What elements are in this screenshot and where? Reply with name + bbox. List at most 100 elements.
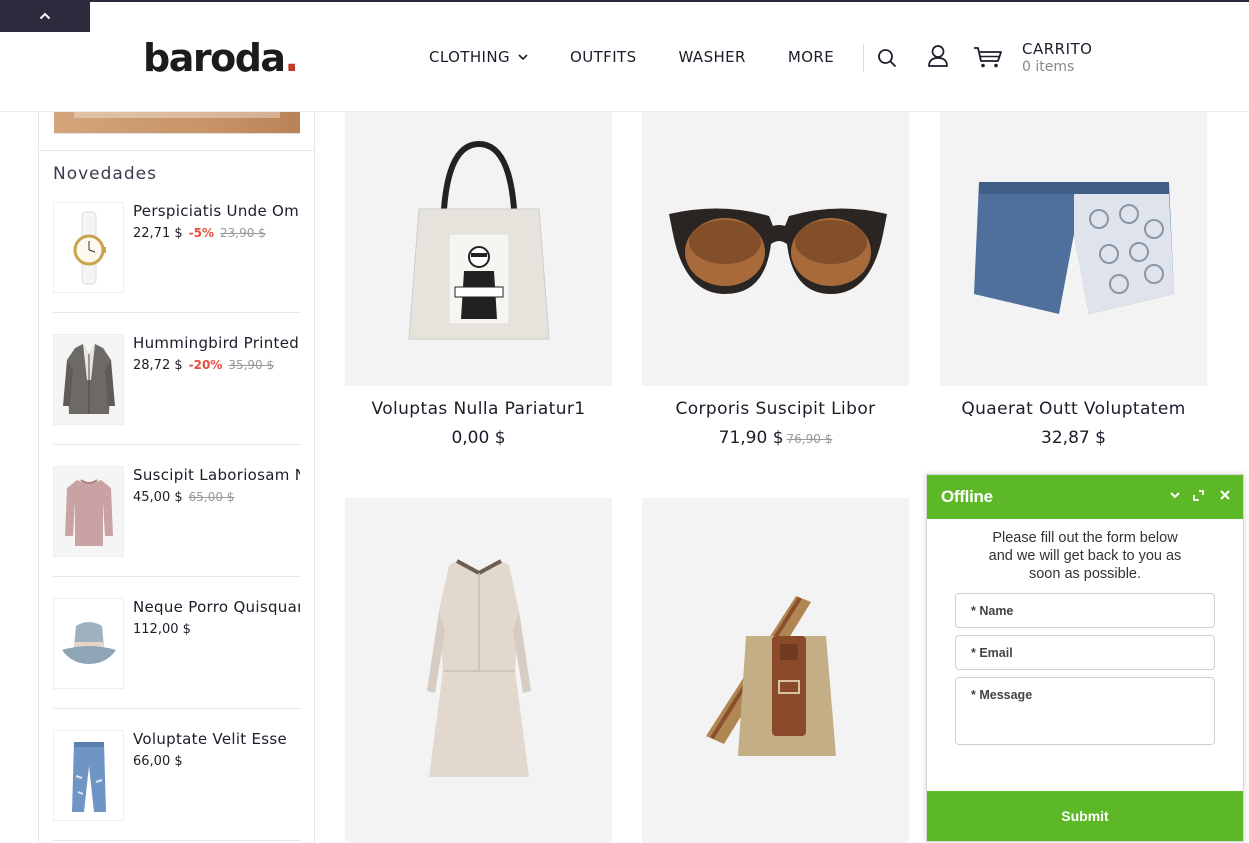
email-label: * Email: [971, 646, 1013, 660]
list-item[interactable]: Suscipit Laboriosam Nisi 45,00 $ 65,00 $: [53, 466, 300, 598]
nav-washer[interactable]: WASHER: [679, 48, 746, 66]
price-row: 112,00 $: [133, 622, 191, 637]
product-card[interactable]: [345, 498, 612, 843]
name-label: * Name: [971, 604, 1014, 618]
sidebar-banner-image[interactable]: [54, 112, 300, 134]
nav-clothing[interactable]: CLOTHING: [429, 48, 528, 66]
hat-image: [61, 621, 116, 664]
minimize-icon[interactable]: [1169, 489, 1181, 501]
user-icon[interactable]: [927, 44, 949, 68]
nav-divider: [863, 44, 864, 72]
product-image[interactable]: [642, 498, 909, 843]
chat-message-line: soon as possible.: [1028, 566, 1142, 582]
sidebar-title: Novedades: [53, 164, 157, 184]
product-name[interactable]: Perspiciatis Unde Omnis: [133, 202, 300, 220]
sidebar: Novedades Perspiciatis Unde Omnis 22,71 …: [38, 112, 315, 843]
chat-widget: Offline Please fill out the form below a…: [926, 474, 1244, 842]
chat-message-line: Please fill out the form below: [992, 530, 1178, 546]
price: 28,72 $: [133, 358, 183, 373]
product-thumbnail[interactable]: [53, 598, 124, 689]
dress-image: [426, 558, 531, 777]
chevron-up-icon: [39, 12, 51, 20]
chat-header[interactable]: Offline: [927, 475, 1243, 519]
product-price: 71,90 $76,90 $: [642, 428, 909, 448]
jeans-image: [71, 741, 106, 812]
nav-more[interactable]: MORE: [788, 48, 834, 66]
list-item[interactable]: Hummingbird Printed 28,72 $ -20% 35,90 $: [53, 334, 300, 466]
blazer-image: [62, 343, 115, 414]
product-name[interactable]: Suscipit Laboriosam Nisi: [133, 466, 300, 484]
tote-bag-image: [407, 140, 550, 340]
denim-shorts-image: [973, 182, 1174, 314]
product-name[interactable]: Corporis Suscipit Libor: [642, 399, 909, 419]
product-price: 32,87 $: [940, 428, 1207, 448]
item-divider: [53, 444, 300, 445]
site-header: baroda. CLOTHING OUTFITS WASHER MORE CAR…: [0, 2, 1249, 112]
product-thumbnail[interactable]: [53, 202, 124, 293]
name-field[interactable]: * Name: [955, 593, 1215, 628]
price-row: 66,00 $: [133, 754, 183, 769]
discount-badge: -5%: [188, 226, 214, 240]
product-card[interactable]: Corporis Suscipit Libor 71,90 $76,90 $: [642, 112, 909, 472]
sidebar-divider: [39, 150, 315, 151]
cart-label[interactable]: CARRITO: [1022, 40, 1092, 58]
site-logo[interactable]: baroda.: [143, 36, 299, 80]
price: 32,87 $: [1041, 428, 1106, 448]
chevron-down-icon: [518, 54, 528, 61]
item-divider: [53, 312, 300, 313]
price-row: 45,00 $ 65,00 $: [133, 490, 234, 505]
product-thumbnail[interactable]: [53, 466, 124, 557]
popout-icon[interactable]: [1193, 489, 1205, 501]
item-divider: [53, 576, 300, 577]
product-image[interactable]: [940, 112, 1207, 386]
price: 71,90 $: [718, 428, 784, 448]
nav-outfits[interactable]: OUTFITS: [570, 48, 636, 66]
list-item[interactable]: Neque Porro Quisquam 112,00 $: [53, 598, 300, 730]
product-thumbnail[interactable]: [53, 730, 124, 821]
price: 22,71 $: [133, 226, 183, 241]
old-price: 65,00 $: [188, 490, 235, 504]
product-image[interactable]: [345, 112, 612, 386]
product-name[interactable]: Voluptate Velit Esse: [133, 730, 300, 748]
product-card[interactable]: Quaerat Outt Voluptatem 32,87 $: [940, 112, 1207, 472]
back-to-top-button[interactable]: [0, 0, 90, 32]
list-item[interactable]: Perspiciatis Unde Omnis 22,71 $ -5% 23,90 …: [53, 202, 300, 334]
product-image[interactable]: [345, 498, 612, 843]
old-price: 76,90 $: [786, 432, 833, 446]
price-row: 28,72 $ -20% 35,90 $: [133, 358, 274, 373]
messenger-bag-image: [705, 595, 836, 756]
message-field[interactable]: * Message: [955, 677, 1215, 745]
nav-clothing-label: CLOTHING: [429, 48, 511, 66]
submit-button[interactable]: Submit: [927, 791, 1243, 841]
main-nav: CLOTHING OUTFITS WASHER MORE: [429, 48, 876, 66]
close-icon[interactable]: [1219, 489, 1231, 501]
sweater-image: [64, 478, 113, 546]
search-icon[interactable]: [877, 48, 897, 68]
cart-count: 0 items: [1022, 59, 1075, 75]
product-name[interactable]: Neque Porro Quisquam: [133, 598, 300, 616]
old-price: 35,90 $: [228, 358, 275, 372]
product-price: 0,00 $: [345, 428, 612, 448]
price: 45,00 $: [133, 490, 183, 505]
product-name[interactable]: Quaerat Outt Voluptatem: [940, 399, 1207, 419]
product-thumbnail[interactable]: [53, 334, 124, 425]
discount-badge: -20%: [188, 358, 223, 372]
sunglasses-image: [668, 208, 887, 294]
product-card[interactable]: [642, 498, 909, 843]
product-name[interactable]: Hummingbird Printed: [133, 334, 300, 352]
nav-more-label: MORE: [787, 48, 835, 66]
old-price: 23,90 $: [219, 226, 266, 240]
product-image[interactable]: [642, 112, 909, 386]
product-name[interactable]: Voluptas Nulla Pariatur1: [345, 399, 612, 419]
email-field[interactable]: * Email: [955, 635, 1215, 670]
nav-washer-label: WASHER: [678, 48, 746, 66]
price-row: 22,71 $ -5% 23,90 $: [133, 226, 266, 241]
product-card[interactable]: Voluptas Nulla Pariatur1 0,00 $: [345, 112, 612, 472]
chat-message-line: and we will get back to you as: [988, 548, 1182, 564]
cart-icon[interactable]: [973, 45, 1003, 69]
list-item[interactable]: Voluptate Velit Esse 66,00 $: [53, 730, 300, 843]
price: 0,00 $: [451, 428, 506, 448]
chat-status: Offline: [941, 487, 993, 506]
price: 112,00 $: [133, 622, 191, 637]
message-label: * Message: [971, 688, 1033, 702]
